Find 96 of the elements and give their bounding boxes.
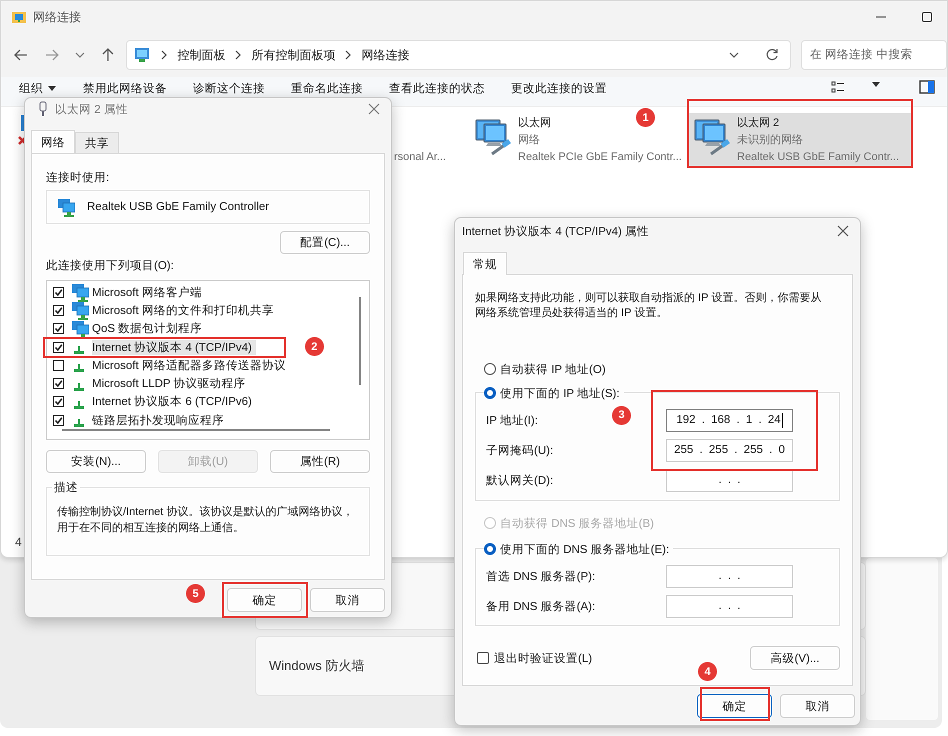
ip-address-field[interactable]: . . . — [666, 564, 793, 588]
checkbox[interactable] — [53, 286, 64, 298]
checkbox[interactable] — [53, 414, 64, 426]
network-service-icon — [69, 282, 89, 302]
network-service-icon — [69, 300, 89, 320]
adapter-icon — [37, 101, 49, 117]
connection-adapter: Realtek PCIe GbE Family Contr... — [518, 150, 682, 165]
button[interactable]: 配置(C)... — [280, 231, 370, 254]
connection-adapter: Realtek USB GbE Family Contr... — [737, 150, 899, 165]
network-adapter-icon — [55, 197, 75, 217]
field-label: 此连接使用下列项目(O): — [46, 258, 175, 274]
checkbox[interactable] — [53, 396, 64, 408]
protocol-icon — [74, 382, 84, 391]
list-item[interactable]: 链路层拓扑发现响应程序 — [92, 412, 228, 428]
field-label: 备用 DNS 服务器(A): — [486, 600, 596, 614]
radio-circle[interactable] — [484, 543, 496, 555]
radio-circle[interactable] — [484, 363, 496, 375]
control-panel-icon — [133, 46, 152, 64]
command-button[interactable]: 重命名此连接 — [291, 80, 363, 96]
text-cursor — [782, 412, 783, 428]
checkbox[interactable] — [53, 360, 64, 371]
connection-adapter: rsonal Ar... — [394, 151, 446, 163]
list-item[interactable]: Internet 协议版本 4 (TCP/IPv4) — [92, 340, 256, 355]
field-label: 首选 DNS 服务器(P): — [486, 570, 596, 584]
connection-item[interactable]: 以太网 2 未识别的网络 Realtek USB GbE Family Contr... — [687, 113, 911, 166]
intro-text: 如果网络支持此功能，则可以获取自动指派的 IP 设置。否则，你需要从网络系统管理员处获得适当的 IP 设置。 — [475, 291, 822, 321]
list-item[interactable]: Microsoft 网络适配器多路传送器协议 — [92, 358, 290, 373]
address-bar[interactable]: 控制面板 所有控制面板项 网络连接 — [126, 40, 792, 70]
button[interactable]: 确定 — [697, 694, 772, 718]
protocol-icon — [74, 419, 84, 428]
item-count: 4 — [15, 535, 22, 549]
checkbox[interactable] — [53, 342, 64, 353]
breadcrumb-item[interactable]: 所有控制面板项 — [251, 46, 336, 64]
view-options-icon[interactable] — [831, 80, 845, 94]
ip-address-field[interactable]: . . . — [666, 468, 793, 492]
scrollbar-thumb[interactable] — [359, 297, 361, 385]
network-folder-icon — [11, 9, 27, 25]
list-item[interactable]: Microsoft 网络的文件和打印机共享 — [92, 302, 278, 318]
window-title: Internet 协议版本 4 (TCP/IPv4) 属性 — [462, 224, 650, 238]
breadcrumb-item[interactable]: 控制面板 — [177, 46, 226, 64]
close-icon[interactable] — [367, 102, 381, 116]
command-button[interactable]: 禁用此网络设备 — [83, 80, 167, 96]
button[interactable]: 属性(R) — [270, 450, 370, 473]
button[interactable]: 取消 — [780, 694, 855, 718]
list-item[interactable]: Microsoft LLDP 协议驱动程序 — [92, 376, 250, 392]
breadcrumb-item[interactable]: 网络连接 — [361, 46, 410, 64]
caret-down-icon — [47, 84, 57, 92]
field-label: 子网掩码(U): — [486, 444, 554, 458]
checkbox[interactable] — [53, 323, 64, 334]
caret-down-icon[interactable] — [871, 80, 881, 88]
network-service-icon — [69, 318, 89, 339]
description-text: 传输控制协议/Internet 协议。该协议是默认的广域网络协议，用于在不同的相互连接的网络上通信。 — [57, 504, 354, 536]
highlight-frame — [700, 687, 770, 721]
connection-status: 未识别的网络 — [737, 133, 803, 148]
protocol-icon — [74, 400, 84, 409]
button[interactable]: 确定 — [227, 588, 302, 612]
tab[interactable]: 网络 — [31, 130, 75, 153]
adapter-field: Realtek USB GbE Family Controller — [46, 190, 370, 224]
command-button[interactable]: 诊断这个连接 — [193, 80, 265, 96]
button[interactable]: 安装(N)... — [46, 450, 146, 473]
radio-button[interactable]: 使用下面的 IP 地址(S): — [484, 384, 624, 402]
field-label: 默认网关(D): — [486, 474, 554, 488]
ip-address-field[interactable]: . . . — [666, 594, 793, 618]
command-button[interactable]: 组织 — [19, 80, 57, 96]
list-item[interactable]: QoS 数据包计划程序 — [92, 321, 206, 336]
protocol-icon — [74, 364, 84, 372]
scrollbar-thumb[interactable] — [62, 429, 330, 431]
tab[interactable]: 共享 — [75, 132, 119, 153]
radio-button[interactable]: 使用下面的 DNS 服务器地址(E): — [484, 540, 674, 558]
refresh-icon[interactable] — [764, 47, 780, 63]
ip-address-field[interactable]: 192 . 168 . 1 . 24 — [666, 408, 793, 432]
window-title: 网络连接 — [33, 8, 81, 26]
close-icon[interactable] — [836, 224, 850, 238]
command-button[interactable]: 更改此连接的设置 — [511, 80, 607, 96]
group-label: 描述 — [52, 480, 80, 495]
field-label: IP 地址(I): — [486, 414, 538, 428]
checkbox[interactable] — [53, 304, 64, 316]
command-button[interactable]: 查看此连接的状态 — [389, 80, 485, 96]
window-title: 以太网 2 属性 — [55, 102, 128, 116]
radio-circle[interactable] — [484, 387, 496, 399]
tab[interactable]: 常规 — [463, 252, 507, 275]
connection-name: 以太网 — [518, 116, 551, 131]
list-item[interactable]: Microsoft 网络客户端 — [92, 284, 206, 300]
radio-button[interactable]: 自动获得 IP 地址(O) — [484, 360, 840, 378]
connection-status: 网络 — [518, 133, 540, 148]
button[interactable]: 高级(V)... — [750, 646, 840, 670]
checkbox[interactable]: 退出时验证设置(L) — [477, 650, 592, 666]
list-item[interactable]: Internet 协议版本 6 (TCP/IPv6) — [92, 394, 256, 410]
connection-name: 以太网 2 — [737, 116, 780, 131]
pane-icon[interactable] — [919, 80, 935, 94]
ip-address-field[interactable]: 255 . 255 . 255 . 0 — [666, 438, 793, 462]
protocol-icon — [74, 346, 84, 354]
search-field[interactable]: 在 网络连接 中搜索 — [801, 40, 948, 70]
button[interactable]: 取消 — [310, 588, 385, 612]
field-label: 连接时使用: — [46, 170, 110, 186]
checkbox[interactable] — [53, 378, 64, 390]
